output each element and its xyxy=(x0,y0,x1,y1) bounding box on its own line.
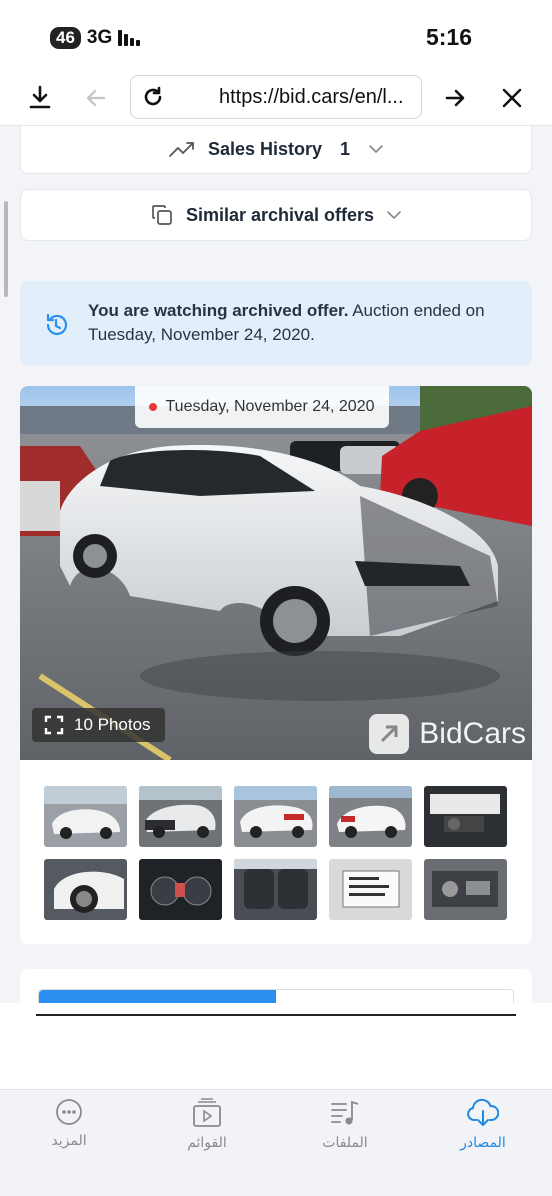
tab-label-playlists: القوائم xyxy=(187,1134,227,1150)
more-icon xyxy=(56,1099,82,1125)
back-arrow-icon[interactable] xyxy=(82,84,110,112)
main-car-photo[interactable]: Tuesday, November 24, 2020 10 Photos Bid… xyxy=(20,386,532,760)
status-bar: 46 3G 5:16 xyxy=(0,0,552,72)
app-tab-bar: المزيد القوائم الملفات المصادر xyxy=(0,1089,552,1196)
network-status: 46 3G xyxy=(50,27,141,49)
browser-toolbar: https://bid.cars/en/l... xyxy=(0,72,552,124)
url-text: https://bid.cars/en/l... xyxy=(219,86,404,108)
thumbnail[interactable] xyxy=(424,859,507,920)
trending-up-icon xyxy=(169,142,194,157)
similar-offers-label: Similar archival offers xyxy=(185,204,375,225)
notice-bold: You are watching archived offer. xyxy=(88,301,349,320)
thumbnail[interactable] xyxy=(329,786,412,847)
music-files-icon xyxy=(331,1100,359,1125)
fullscreen-icon xyxy=(44,715,64,735)
chevron-down-icon xyxy=(387,211,401,220)
thumbnail[interactable] xyxy=(44,786,127,847)
tab-playlists[interactable]: القوائم xyxy=(152,1098,262,1151)
tab-files[interactable]: الملفات xyxy=(290,1098,400,1151)
thumbnail[interactable] xyxy=(329,859,412,920)
network-type: 3G xyxy=(86,27,113,48)
tab-sources[interactable]: المصادر xyxy=(428,1098,538,1151)
forward-arrow-icon[interactable] xyxy=(441,84,469,112)
photos-count-button[interactable]: 10 Photos xyxy=(32,708,165,742)
auction-date-badge: Tuesday, November 24, 2020 xyxy=(135,386,389,428)
chevron-down-icon xyxy=(369,145,383,154)
network-badge: 46 xyxy=(50,27,81,49)
photo-gallery-card: Tuesday, November 24, 2020 10 Photos Bid… xyxy=(20,386,532,944)
tab-more[interactable]: المزيد xyxy=(14,1098,124,1149)
archived-notice: You are watching archived offer. Auction… xyxy=(20,281,532,365)
notice-text: You are watching archived offer. Auction… xyxy=(88,299,508,347)
bidcars-watermark: BidCars xyxy=(369,714,526,754)
sales-history-count: 1 xyxy=(340,138,351,159)
thumbnail-grid xyxy=(44,786,508,920)
sales-history-accordion[interactable]: Sales History 1 xyxy=(20,126,532,174)
page-footer-area xyxy=(0,1003,552,1089)
download-icon[interactable] xyxy=(26,84,54,112)
sales-history-label: Sales History xyxy=(207,138,323,159)
bidcars-logo-icon xyxy=(369,714,410,754)
cloud-download-icon xyxy=(467,1098,499,1126)
divider xyxy=(36,1014,516,1016)
thumbnail[interactable] xyxy=(44,859,127,920)
auction-date: Tuesday, November 24, 2020 xyxy=(165,398,375,415)
signal-icon xyxy=(118,30,141,46)
similar-offers-accordion[interactable]: Similar archival offers xyxy=(20,189,532,241)
thumbnail[interactable] xyxy=(234,859,317,920)
thumbnail[interactable] xyxy=(424,786,507,847)
tab-label-files: الملفات xyxy=(322,1134,368,1150)
url-input[interactable]: https://bid.cars/en/l... xyxy=(130,75,422,119)
close-icon[interactable] xyxy=(498,84,526,112)
photos-count-label: 10 Photos xyxy=(74,715,151,734)
web-page: Sales History 1 Similar archival offers … xyxy=(0,125,552,1003)
thumbnail[interactable] xyxy=(139,859,222,920)
thumbnail[interactable] xyxy=(139,786,222,847)
scrollbar[interactable] xyxy=(4,201,8,297)
tab-label-sources: المصادر xyxy=(460,1134,506,1150)
progress-fill xyxy=(39,990,276,1003)
status-time: 5:16 xyxy=(425,24,472,50)
bid-progress-card xyxy=(20,969,532,1003)
progress-bar xyxy=(38,989,514,1003)
copy-icon xyxy=(152,205,172,225)
thumbnail[interactable] xyxy=(234,786,317,847)
watermark-text: BidCars xyxy=(419,717,526,750)
playlist-icon xyxy=(193,1098,221,1127)
reload-icon[interactable] xyxy=(141,85,165,114)
tab-label-more: المزيد xyxy=(51,1132,87,1148)
history-icon xyxy=(46,313,68,335)
status-dot xyxy=(149,403,158,411)
